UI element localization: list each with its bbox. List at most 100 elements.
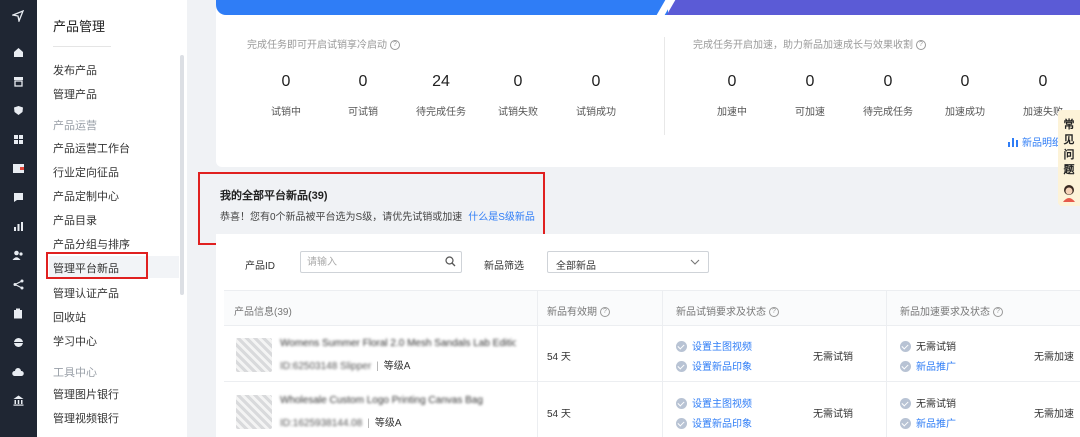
chevron-down-icon xyxy=(690,259,700,265)
help-icon[interactable]: ? xyxy=(769,307,779,318)
product-name[interactable]: Womens Summer Floral 2.0 Mesh Sandals La… xyxy=(280,338,516,349)
globe-icon[interactable] xyxy=(7,336,29,354)
header-trial-text: 新品试销要求及状态 xyxy=(676,307,766,318)
set-impression-text: 设置新品印象 xyxy=(692,419,752,430)
product-id: ID:62503148 Slipper xyxy=(280,361,372,372)
product-id-input[interactable] xyxy=(307,255,437,269)
stat-pending-tasks-label: 待完成任务 xyxy=(416,107,466,118)
table-row: Womens Summer Floral 2.0 Mesh Sandals La… xyxy=(224,326,1080,382)
stat-accel-success-label: 加速成功 xyxy=(945,107,985,118)
check-circle-icon xyxy=(676,398,687,409)
stat-accelerating-value[interactable]: 0 xyxy=(692,73,772,91)
set-impression-link[interactable]: 设置新品印象 xyxy=(676,415,752,430)
product-meta: ID:62503148 Slipper | 等级A xyxy=(280,361,411,372)
stat-can-trial-label: 可试销 xyxy=(348,107,378,118)
stat-can-accel-label: 可加速 xyxy=(795,107,825,118)
set-main-video-link[interactable]: 设置主图视频 xyxy=(676,338,752,353)
accel-requirement: 无需试销 xyxy=(900,395,956,410)
search-icon[interactable] xyxy=(445,256,456,267)
help-icon[interactable]: ? xyxy=(916,40,926,51)
check-circle-icon xyxy=(676,418,687,429)
header-validity-text: 新品有效期 xyxy=(547,307,597,318)
sidebar-item-learning-center[interactable]: 学习中心 xyxy=(53,333,97,349)
sidebar-item-video-bank[interactable]: 管理视频银行 xyxy=(53,410,119,426)
sidebar-item-customization-center[interactable]: 产品定制中心 xyxy=(53,188,119,204)
sidebar-item-manage-products[interactable]: 管理产品 xyxy=(53,86,97,102)
product-id-label: 产品ID xyxy=(245,261,275,272)
stat-accel-pending-value[interactable]: 0 xyxy=(848,73,928,91)
set-impression-link[interactable]: 设置新品印象 xyxy=(676,358,752,373)
help-icon[interactable]: ? xyxy=(993,307,1003,318)
set-main-video-link[interactable]: 设置主图视频 xyxy=(676,395,752,410)
stat-accel-failed-value[interactable]: 0 xyxy=(1003,73,1080,91)
new-product-promotion-link[interactable]: 新品推广 xyxy=(900,415,956,430)
header-accel: 新品加速要求及状态? xyxy=(900,303,1003,318)
sidebar-item-publish-product[interactable]: 发布产品 xyxy=(53,62,97,78)
sidebar-scrollbar[interactable] xyxy=(180,55,184,295)
share-icon[interactable] xyxy=(7,278,29,296)
sidebar-item-recycle-bin[interactable]: 回收站 xyxy=(53,309,86,325)
product-name[interactable]: Wholesale Custom Logo Printing Canvas Ba… xyxy=(280,395,516,406)
sidebar-group-tools: 工具中心 xyxy=(53,367,97,379)
new-product-filter-select[interactable]: 全部新品 xyxy=(547,251,709,273)
bank-icon[interactable] xyxy=(7,394,29,412)
accel-requirement: 无需试销 xyxy=(900,338,956,353)
help-icon[interactable]: ? xyxy=(390,40,400,51)
stat-accel-success-value[interactable]: 0 xyxy=(925,73,1005,91)
sidebar-title: 产品管理 xyxy=(53,19,106,34)
new-product-filter-value: 全部新品 xyxy=(556,261,596,272)
stat-trial-failed-label: 试销失败 xyxy=(498,107,538,118)
header-accel-text: 新品加速要求及状态 xyxy=(900,307,990,318)
sidebar-item-ops-workbench[interactable]: 产品运营工作台 xyxy=(53,140,130,156)
new-product-details-link[interactable]: 新品明细 xyxy=(1008,134,1062,149)
check-circle-icon xyxy=(900,398,911,409)
wallet-icon[interactable] xyxy=(7,162,29,180)
product-id-search[interactable] xyxy=(300,251,462,273)
top-banner xyxy=(216,0,1080,15)
home-icon[interactable] xyxy=(7,46,29,64)
sidebar-item-catalog[interactable]: 产品目录 xyxy=(53,212,97,228)
stat-pending-tasks-value[interactable]: 24 xyxy=(401,73,481,91)
store-icon[interactable] xyxy=(7,75,29,93)
cloud-icon[interactable] xyxy=(7,365,29,383)
accel-status: 无需加速 xyxy=(1034,409,1074,420)
table-row: Wholesale Custom Logo Printing Canvas Ba… xyxy=(224,383,1080,437)
product-thumbnail[interactable] xyxy=(236,395,272,429)
check-circle-icon xyxy=(676,361,687,372)
new-product-promotion-link[interactable]: 新品推广 xyxy=(900,358,956,373)
shield-icon[interactable] xyxy=(7,104,29,122)
stat-can-trial-value[interactable]: 0 xyxy=(323,73,403,91)
stat-trialing-value[interactable]: 0 xyxy=(246,73,326,91)
help-icon[interactable]: ? xyxy=(600,307,610,318)
trial-caption: 完成任务即可开启试销享冷启动? xyxy=(247,36,400,51)
sidebar-item-image-bank[interactable]: 管理图片银行 xyxy=(53,386,119,402)
set-main-video-text: 设置主图视频 xyxy=(692,342,752,353)
bar-chart-icon[interactable] xyxy=(7,220,29,238)
sidebar-item-certified-products[interactable]: 管理认证产品 xyxy=(53,285,119,301)
chat-icon[interactable] xyxy=(7,191,29,209)
product-grade: 等级A xyxy=(383,361,411,372)
header-trial: 新品试销要求及状态? xyxy=(676,303,779,318)
sidebar-item-platform-new-products[interactable]: 管理平台新品 xyxy=(53,260,119,276)
check-circle-icon xyxy=(900,361,911,372)
users-icon[interactable] xyxy=(7,249,29,267)
s-grade-info-link[interactable]: 什么是S级新品 xyxy=(468,212,535,223)
sidebar-item-grouping-sorting[interactable]: 产品分组与排序 xyxy=(53,236,130,252)
stat-trialing-label: 试销中 xyxy=(271,107,301,118)
accel-requirement-text: 无需试销 xyxy=(916,342,956,353)
new-products-subtitle: 恭喜！您有0个新品被平台选为S级，请优先试销或加速 什么是S级新品 xyxy=(220,208,535,223)
trial-status: 无需试销 xyxy=(813,409,853,420)
product-grade: 等级A xyxy=(374,418,402,429)
stat-trial-success-value[interactable]: 0 xyxy=(556,73,636,91)
sidebar-item-industry-sourcing[interactable]: 行业定向征品 xyxy=(53,164,119,180)
send-icon[interactable] xyxy=(7,9,29,28)
faq-char: 见 xyxy=(1063,134,1075,146)
product-thumbnail[interactable] xyxy=(236,338,272,372)
sidebar-gutter xyxy=(187,0,200,437)
stat-trial-failed-value[interactable]: 0 xyxy=(478,73,558,91)
set-main-video-text: 设置主图视频 xyxy=(692,399,752,410)
stat-can-accel-value[interactable]: 0 xyxy=(770,73,850,91)
stat-accel-pending-label: 待完成任务 xyxy=(863,107,913,118)
clipboard-icon[interactable] xyxy=(7,307,29,325)
grid-icon[interactable] xyxy=(7,133,29,151)
